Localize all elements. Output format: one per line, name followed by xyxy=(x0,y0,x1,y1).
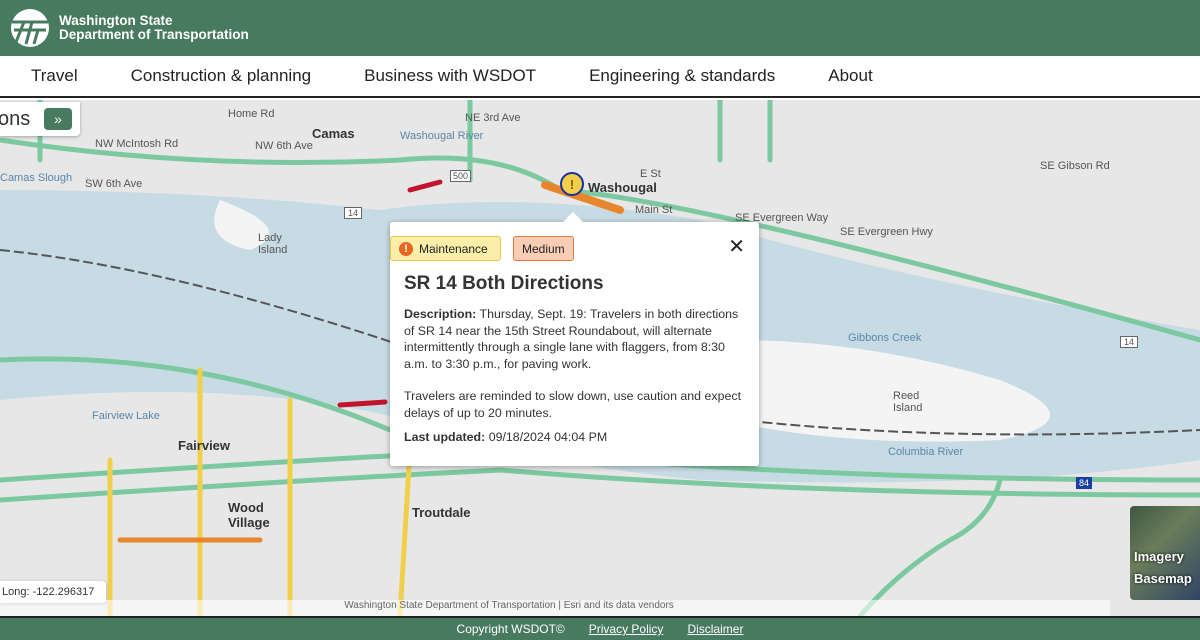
severity-badge: Medium xyxy=(513,236,574,261)
map-label: Fairview Lake xyxy=(92,410,160,422)
panel-label: ons xyxy=(0,107,31,130)
wsdot-logo[interactable] xyxy=(10,8,50,48)
event-popup: ! Maintenance Medium ✕ SR 14 Both Directi… xyxy=(390,212,759,466)
town-label: Washougal xyxy=(588,180,657,195)
map-label: Reed Island xyxy=(893,390,923,414)
traffic-map[interactable]: ! Camas Washougal Fairview Wood Village … xyxy=(0,100,1200,616)
main-nav: Travel Construction & planning Business … xyxy=(0,56,1200,98)
map-label: E St xyxy=(640,168,661,180)
interstate-shield: 84 xyxy=(1076,477,1093,489)
nav-about[interactable]: About xyxy=(828,66,872,86)
town-label: Camas xyxy=(312,126,355,141)
town-label: Wood Village xyxy=(228,500,270,530)
map-label: NE 3rd Ave xyxy=(465,112,521,124)
map-label: Home Rd xyxy=(228,108,275,120)
map-label: Main St xyxy=(635,204,673,216)
copyright: Copyright WSDOT© xyxy=(456,622,565,636)
route-shield: 14 xyxy=(1120,336,1139,348)
map-label: Camas Slough xyxy=(0,172,73,184)
map-label: NW 6th Ave xyxy=(255,140,313,152)
map-label: SE Gibson Rd xyxy=(1040,160,1110,172)
alert-icon: ! xyxy=(399,241,413,256)
map-label: NW McIntosh Rd xyxy=(95,138,179,150)
privacy-link[interactable]: Privacy Policy xyxy=(589,622,664,636)
route-shield: 14 xyxy=(344,207,363,219)
nav-business[interactable]: Business with WSDOT xyxy=(364,66,536,86)
map-label: Lady Island xyxy=(258,232,288,256)
event-marker[interactable]: ! xyxy=(560,172,584,196)
nav-construction[interactable]: Construction & planning xyxy=(131,66,312,86)
last-updated: 09/18/2024 04:04 PM xyxy=(488,430,608,444)
note: Travelers are reminded to slow down, use… xyxy=(404,389,742,420)
map-label: SW 6th Ave xyxy=(85,178,143,190)
disclaimer-link[interactable]: Disclaimer xyxy=(687,622,743,636)
popup-title: SR 14 Both Directions xyxy=(404,273,604,294)
nav-engineering[interactable]: Engineering & standards xyxy=(589,66,775,86)
route-shield: 500 xyxy=(450,170,472,182)
side-panel-tab[interactable]: ons » xyxy=(0,102,80,136)
map-label: Gibbons Creek xyxy=(848,332,922,344)
map-label: Washougal River xyxy=(400,130,484,142)
expand-panel-button[interactable]: » xyxy=(44,108,72,130)
category-badge: ! Maintenance xyxy=(390,236,501,261)
site-footer: Copyright WSDOT© Privacy Policy Disclaim… xyxy=(0,616,1200,640)
attribution: Washington State Department of Transport… xyxy=(0,600,1110,616)
map-label: SE Evergreen Hwy xyxy=(840,226,933,238)
site-header: Washington State Department of Transporta… xyxy=(0,0,1200,56)
map-label: Columbia River xyxy=(888,446,964,458)
agency-name: Washington State Department of Transporta… xyxy=(59,13,249,42)
town-label: Fairview xyxy=(178,438,231,453)
svg-text:!: ! xyxy=(570,177,574,192)
basemap-toggle[interactable]: Imagery Basemap xyxy=(1130,506,1200,600)
town-label: Troutdale xyxy=(412,505,471,520)
nav-travel[interactable]: Travel xyxy=(31,66,78,86)
close-icon[interactable]: ✕ xyxy=(728,234,745,259)
